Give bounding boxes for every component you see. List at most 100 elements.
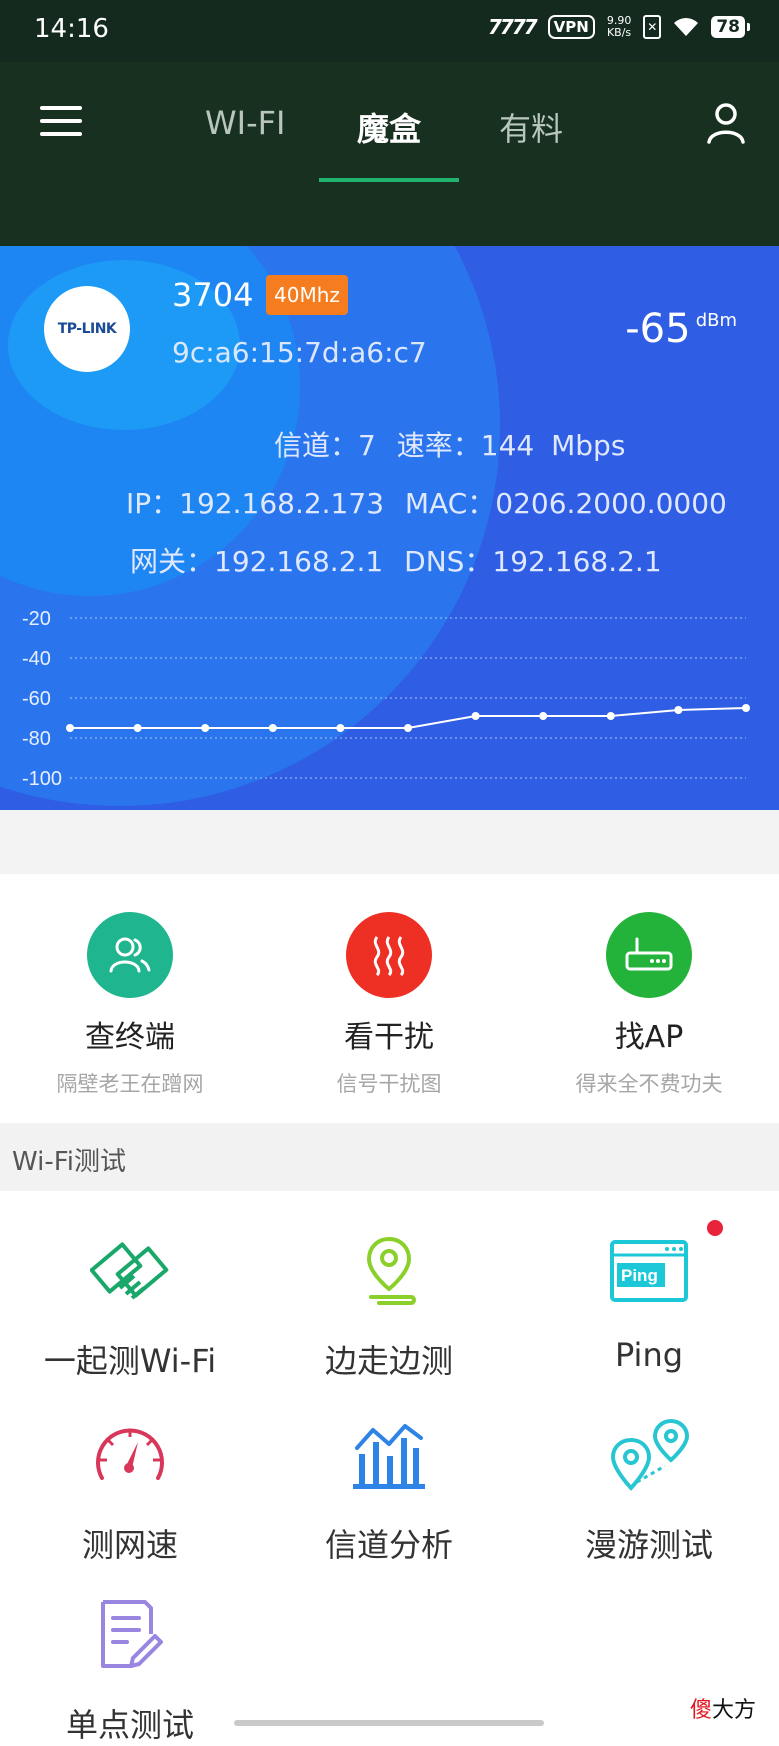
y-tick-label: -40 [22,648,51,670]
signal-point [539,712,548,720]
y-tick-label: -20 [22,608,51,630]
watermark: 傻大方 [690,1692,756,1724]
band-badge: 40Mhz [266,275,348,315]
tool-label: 一起测Wi-Fi [43,1342,217,1380]
network-speed: 9.90 KB/s [607,15,632,39]
signal-point [471,712,480,720]
feature-find-clients[interactable]: 查终端 隔壁老王在蹭网 [0,912,260,1098]
battery-icon: 78 [711,16,750,38]
signal-point [404,724,412,732]
signal-point [674,706,683,714]
tab-mohe[interactable]: 魔盒 [357,104,421,150]
feature-interference[interactable]: 看干扰 信号干扰图 [259,912,519,1098]
bar-chart-icon [353,1424,425,1489]
wifi-info-card: TP-LINK 3704 40Mhz 9c:a6:15:7d:a6:c7 -65… [0,246,779,810]
gateway-value: 192.168.2.1 [214,545,384,578]
wifi-bssid: 9c:a6:15:7d:a6:c7 [172,336,427,369]
y-tick-label: -80 [22,728,51,750]
top-navigation: WI-FI 魔盒 有料 [0,62,779,246]
feature-subtitle: 得来全不费功夫 [575,1072,723,1096]
tool-test-wifi-together[interactable]: 一起测Wi-Fi [0,1226,260,1382]
section-spacer [0,810,779,874]
tool-label: 漫游测试 [584,1526,713,1564]
tool-label: 信道分析 [324,1526,453,1564]
wifi-icon [674,18,699,36]
signal-strength: -65 dBm [625,306,737,352]
home-indicator[interactable] [234,1720,544,1726]
tool-roaming-test[interactable]: 漫游测试 [519,1410,779,1566]
vpn-badge: VPN [547,15,595,39]
signal-point [606,712,615,720]
rssi-unit: dBm [695,310,737,331]
section-title: Wi-Fi测试 [12,1147,127,1177]
feature-find-ap[interactable]: 找AP 得来全不费功夫 [519,912,779,1098]
roaming-pins-icon [610,1418,690,1491]
y-tick-label: -100 [22,768,62,790]
sim-icon: ✕ [643,15,662,39]
signal-strength-icon: 7777 [488,15,538,39]
feature-subtitle: 信号干扰图 [336,1072,442,1096]
notification-dot [707,1220,723,1236]
tool-label: 单点测试 [65,1706,194,1744]
tool-speed-test[interactable]: 测网速 [0,1410,260,1566]
mac-label: MAC： [404,487,496,520]
dns-value: 192.168.2.1 [492,545,662,578]
tool-channel-analysis[interactable]: 信道分析 [259,1410,519,1566]
tool-ping[interactable]: Ping Ping [519,1226,779,1374]
signal-point [66,724,74,732]
tab-youliao[interactable]: 有料 [499,104,563,150]
user-icon[interactable] [706,102,746,144]
tool-label: 测网速 [81,1526,178,1564]
watermark-char: 傻 [690,1698,713,1723]
ip-label: IP： [126,487,180,520]
status-time: 14:16 [34,14,109,44]
speed-unit: KB/s [606,26,632,39]
feature-title: 查终端 [85,1020,175,1055]
document-edit-icon [101,1600,163,1668]
feature-icon-circle [87,912,173,998]
rate-unit: Mbps [551,429,626,462]
router-brand-logo: TP-LINK [44,286,130,372]
speedometer-icon [96,1428,164,1480]
rssi-value: -65 [625,306,691,352]
signal-point [336,724,345,732]
section-header-wifi-test: Wi-Fi测试 [0,1123,779,1191]
signal-point [268,724,277,732]
ping-icon-text: Ping [621,1266,658,1285]
feature-subtitle: 隔壁老王在蹭网 [56,1072,204,1096]
signal-point [133,724,142,732]
status-icons: 7777 VPN 9.90 KB/s ✕ 78 [488,15,750,39]
rate-label: 速率： [396,429,481,462]
heat-waves-icon [373,936,405,977]
gateway-dns-line: 网关：192.168.2.1 DNS：192.168.2.1 [130,540,662,580]
active-tab-indicator [319,178,459,182]
channel-rate-line: 信道：7 速率：144 Mbps [274,424,625,464]
rate-value: 144 [480,429,535,462]
tool-single-point-test[interactable]: 单点测试 [0,1590,260,1746]
signal-history-chart: -20 -40 -60 -80 -100 [22,608,750,790]
channel-value: 7 [358,429,376,462]
ping-window-icon: Ping [610,1240,688,1302]
gateway-label: 网关： [130,545,215,578]
feature-icon-circle [606,912,692,998]
status-bar: 14:16 7777 VPN 9.90 KB/s ✕ 78 [0,0,779,62]
ip-value: 192.168.2.173 [179,487,385,520]
signal-point [742,704,750,712]
location-pin-icon [366,1236,416,1305]
y-tick-label: -60 [22,688,51,710]
feature-icon-circle [346,912,432,998]
ip-mac-line: IP：192.168.2.173 MAC：0206.2000.0000 [126,482,727,522]
dns-label: DNS： [404,545,493,578]
tool-label: Ping [614,1336,684,1374]
channel-label: 信道： [274,429,359,462]
tab-wifi[interactable]: WI-FI [205,104,285,142]
mac-value: 0206.2000.0000 [495,487,727,520]
tool-walk-test[interactable]: 边走边测 [259,1226,519,1382]
signal-point [201,724,210,732]
wifi-ssid: 3704 [172,276,254,314]
menu-icon[interactable] [40,106,82,140]
watermark-text: 大方 [712,1698,757,1723]
tool-label: 边走边测 [324,1342,453,1380]
handshake-icon [90,1242,169,1300]
users-icon [109,937,151,973]
